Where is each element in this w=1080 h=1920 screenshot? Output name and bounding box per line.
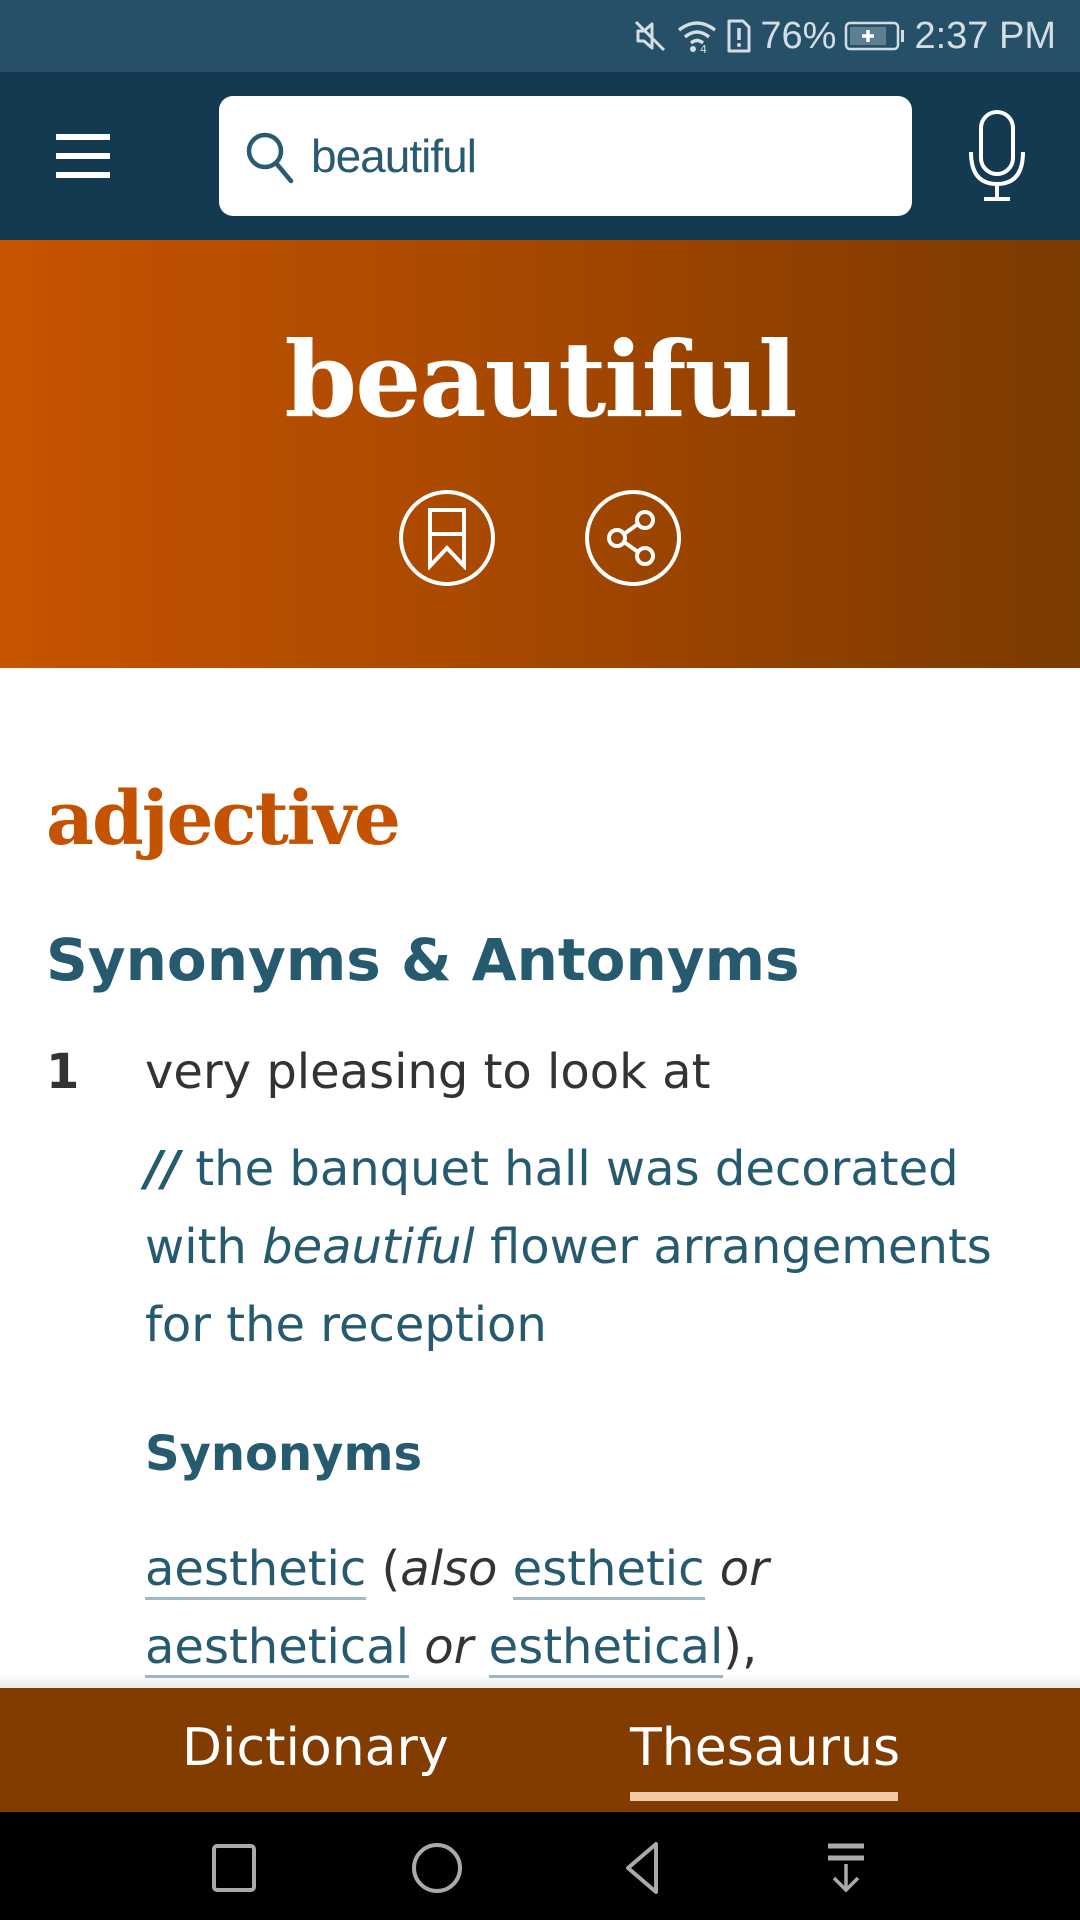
active-tab-indicator [630, 1792, 898, 1801]
example-marker: // [145, 1141, 181, 1197]
share-button[interactable] [585, 490, 681, 586]
search-bar[interactable] [219, 96, 912, 216]
bookmark-icon [428, 508, 466, 570]
synonym-trailing-punctuation: ), [723, 1619, 758, 1675]
synonym-link[interactable]: aesthetic [145, 1541, 367, 1600]
synonym-link[interactable]: aesthetical [145, 1619, 410, 1678]
bookmark-button[interactable] [399, 490, 495, 586]
also-label: also [400, 1541, 498, 1597]
synonym-link[interactable]: esthetic [512, 1541, 705, 1600]
search-input[interactable] [311, 129, 871, 183]
synonyms-list: aesthetic (also esthetic or aesthetical o… [145, 1530, 1025, 1686]
tab-dictionary[interactable]: Dictionary [182, 1718, 449, 1778]
usage-example: // the banquet hall was decorated with b… [145, 1130, 1025, 1364]
status-icons: 4 76% 2:37 PM [632, 0, 1056, 72]
sim-alert-icon [727, 19, 751, 53]
example-highlight: beautiful [262, 1219, 475, 1275]
synonym-link[interactable]: esthetical [488, 1619, 724, 1678]
home-circle-icon[interactable] [405, 1834, 469, 1898]
sense-number: 1 [46, 1044, 80, 1100]
tab-bar-shadow [0, 1674, 1080, 1688]
wifi-icon: 4 [678, 21, 717, 54]
word-hero: beautiful [0, 240, 1080, 668]
or-label: or [719, 1541, 769, 1597]
recents-square-icon[interactable] [202, 1834, 266, 1898]
svg-text:4: 4 [700, 43, 707, 54]
synonyms-heading: Synonyms [145, 1426, 423, 1482]
battery-charging-icon [845, 21, 905, 51]
microphone-icon[interactable] [962, 108, 1032, 204]
mute-icon [635, 20, 666, 52]
part-of-speech: adjective [46, 776, 401, 862]
section-title: Synonyms & Antonyms [46, 926, 800, 994]
sense-definition: very pleasing to look at [145, 1044, 711, 1100]
or-label: or [424, 1619, 474, 1675]
headword: beautiful [284, 318, 797, 441]
app-header [0, 72, 1080, 240]
system-nav-bar [0, 1812, 1080, 1920]
status-bar: 4 76% 2:37 PM [0, 0, 1080, 72]
back-triangle-icon[interactable] [610, 1834, 674, 1898]
bottom-tab-bar: Dictionary Thesaurus [0, 1688, 1080, 1812]
clock: 2:37 PM [914, 14, 1056, 57]
notification-pull-down-icon[interactable] [814, 1834, 878, 1898]
share-icon [607, 510, 655, 566]
hamburger-menu-icon[interactable] [52, 134, 114, 178]
entry-content[interactable]: adjective Synonyms & Antonyms 1 very ple… [0, 668, 1080, 1688]
battery-percent: 76% [760, 14, 837, 57]
search-icon [246, 132, 294, 184]
tab-thesaurus[interactable]: Thesaurus [630, 1718, 900, 1778]
